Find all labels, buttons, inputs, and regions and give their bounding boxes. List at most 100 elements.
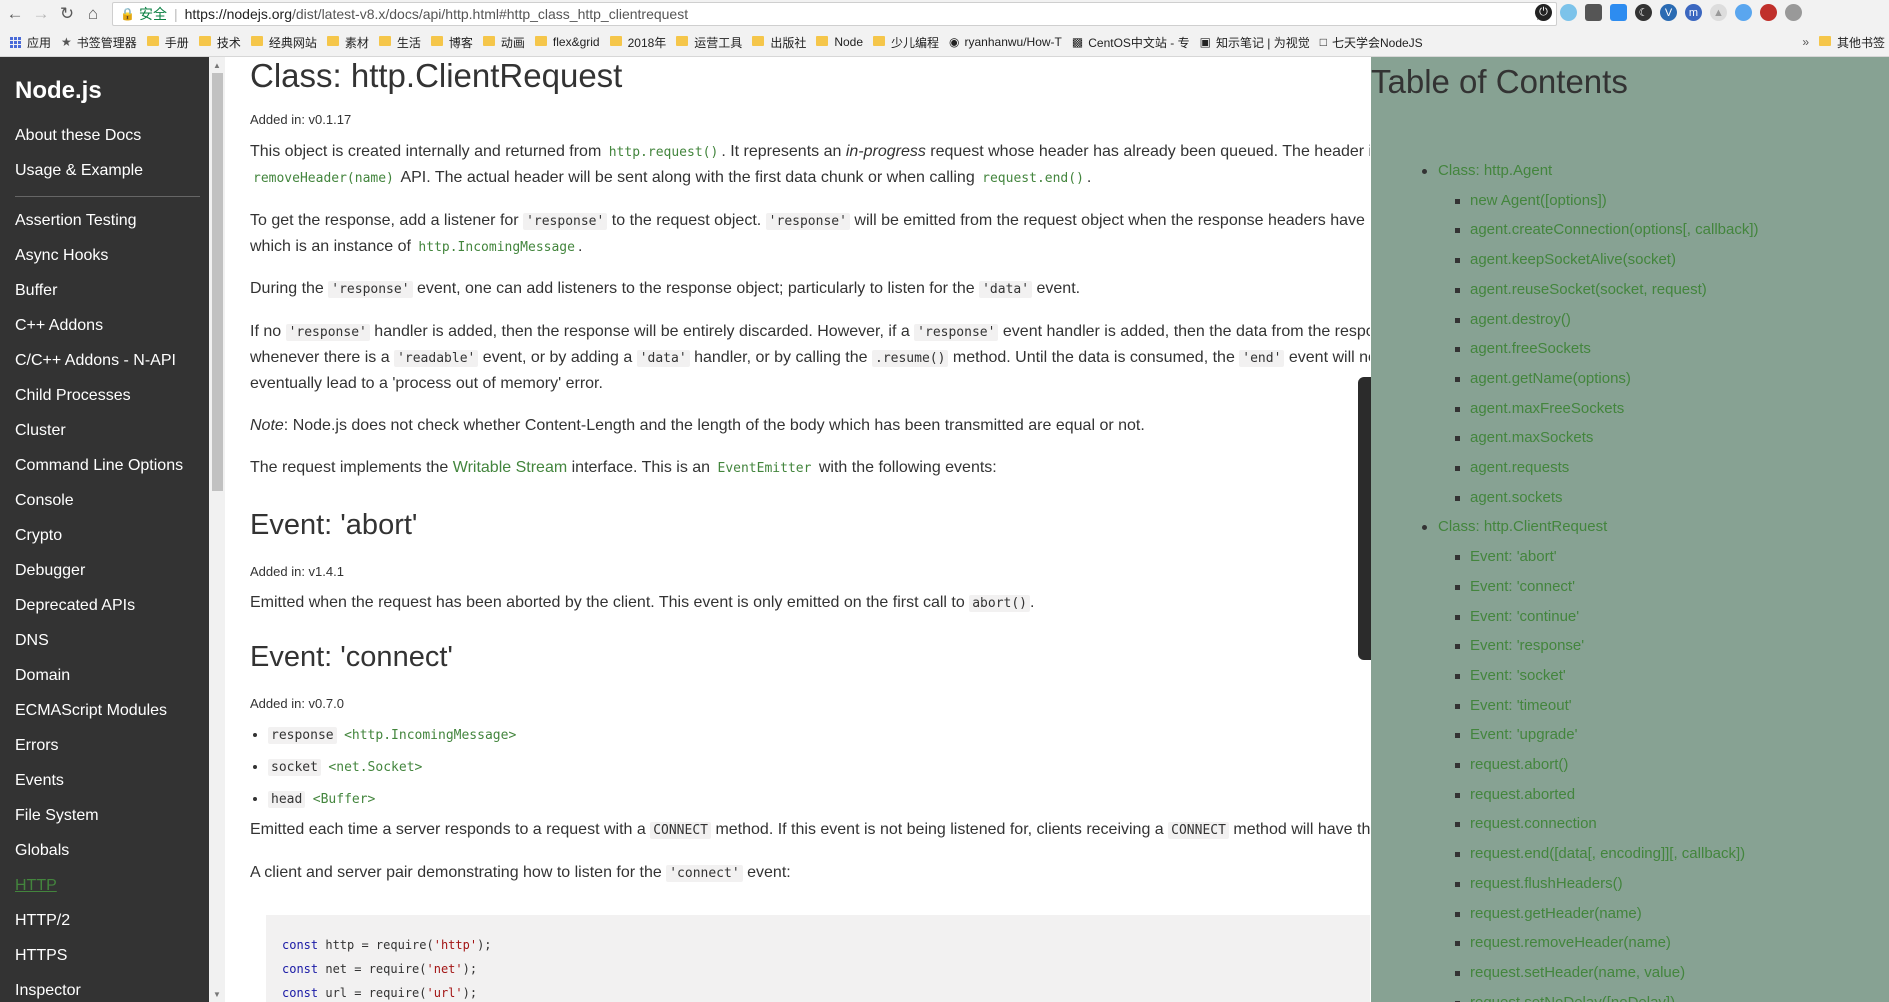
toc-item[interactable]: agent.reuseSocket(socket, request) xyxy=(1470,281,1707,298)
other-bookmarks[interactable]: 其他书签 xyxy=(1818,34,1885,51)
scrollbar-thumb[interactable] xyxy=(212,73,223,491)
bird-extension-icon[interactable] xyxy=(1735,4,1752,21)
bookmark-nodejs-book[interactable]: □ 七天学会NodeJS xyxy=(1320,34,1423,51)
sidebar-item-http[interactable]: HTTP xyxy=(15,877,57,895)
bookmark-folder[interactable]: 2018年 xyxy=(609,34,666,51)
bookmark-folder[interactable]: 手册 xyxy=(146,34,189,51)
back-icon[interactable]: ← xyxy=(4,3,26,25)
bookmark-folder[interactable]: 少儿编程 xyxy=(873,34,939,51)
sidebar-item-events[interactable]: Events xyxy=(15,772,64,790)
toc-item[interactable]: agent.sockets xyxy=(1470,489,1563,506)
sidebar-item-globals[interactable]: Globals xyxy=(15,842,69,860)
toc-item[interactable]: agent.keepSocketAlive(socket) xyxy=(1470,251,1676,268)
reload-icon[interactable]: ↻ xyxy=(56,3,78,25)
sidebar-item-deprecated-apis[interactable]: Deprecated APIs xyxy=(15,597,135,615)
sidebar-item-inspector[interactable]: Inspector xyxy=(15,982,81,1000)
forward-icon[interactable]: → xyxy=(30,3,52,25)
http-request-link[interactable]: http.request() xyxy=(606,144,722,161)
power-extension-icon[interactable]: ⏻ xyxy=(1535,4,1552,21)
sidebar-item-crypto[interactable]: Crypto xyxy=(15,527,62,545)
home-icon[interactable]: ⌂ xyxy=(82,3,104,25)
bookmark-folder[interactable]: 出版社 xyxy=(752,34,806,51)
sidebar-item-console[interactable]: Console xyxy=(15,492,74,510)
scroll-down-icon[interactable]: ▼ xyxy=(211,988,223,1000)
blue-extension-icon[interactable] xyxy=(1610,4,1627,21)
sidebar-item-https[interactable]: HTTPS xyxy=(15,947,67,965)
m-extension-icon[interactable]: m xyxy=(1685,4,1702,21)
sidebar-item-assertion-testing[interactable]: Assertion Testing xyxy=(15,212,137,230)
toc-item[interactable]: new Agent([options]) xyxy=(1470,192,1607,209)
toc-item[interactable]: Event: 'abort' xyxy=(1470,548,1557,565)
toc-item[interactable]: request.aborted xyxy=(1470,786,1575,803)
toc-item[interactable]: Event: 'upgrade' xyxy=(1470,726,1577,743)
sidebar-item-errors[interactable]: Errors xyxy=(15,737,59,755)
sidebar-item-file-system[interactable]: File System xyxy=(15,807,99,825)
toc-item[interactable]: Class: http.ClientRequest xyxy=(1438,518,1607,535)
toc-item[interactable]: agent.requests xyxy=(1470,459,1569,476)
bookmark-folder[interactable]: 动画 xyxy=(482,34,525,51)
toc-item[interactable]: Class: http.Agent xyxy=(1438,162,1552,179)
toc-item[interactable]: Event: 'response' xyxy=(1470,637,1584,654)
moon-extension-icon[interactable]: ☾ xyxy=(1635,4,1652,21)
bookmark-manager[interactable]: ★ 书签管理器 xyxy=(61,34,137,51)
toc-item[interactable]: request.abort() xyxy=(1470,756,1568,773)
toc-item[interactable]: agent.getName(options) xyxy=(1470,370,1631,387)
sidebar-item-async-hooks[interactable]: Async Hooks xyxy=(15,247,108,265)
bookmark-folder[interactable]: flex&grid xyxy=(534,35,600,49)
vue-extension-icon[interactable]: V xyxy=(1660,4,1677,21)
sidebar-item-esm[interactable]: ECMAScript Modules xyxy=(15,702,167,720)
sidebar-item-about-docs[interactable]: About these Docs xyxy=(15,127,141,145)
scroll-up-icon[interactable]: ▲ xyxy=(211,59,223,71)
bookmark-folder[interactable]: 经典网站 xyxy=(250,34,317,51)
toc-item[interactable]: request.flushHeaders() xyxy=(1470,875,1623,892)
remove-header-link[interactable]: removeHeader(name) xyxy=(250,170,397,187)
circle-extension-icon[interactable] xyxy=(1560,4,1577,21)
bookmark-folder[interactable]: 生活 xyxy=(378,34,421,51)
toc-item[interactable]: request.setHeader(name, value) xyxy=(1470,964,1685,981)
gear-extension-icon[interactable] xyxy=(1785,4,1802,21)
bookmark-folder[interactable]: 素材 xyxy=(326,34,369,51)
toc-item[interactable]: agent.freeSockets xyxy=(1470,340,1591,357)
sidebar-item-debugger[interactable]: Debugger xyxy=(15,562,85,580)
pocket-extension-icon[interactable] xyxy=(1585,4,1602,21)
param-type-link[interactable]: <Buffer> xyxy=(310,791,379,808)
toc-item[interactable]: request.end([data[, encoding]][, callbac… xyxy=(1470,845,1745,862)
toc-item[interactable]: agent.createConnection(options[, callbac… xyxy=(1470,221,1759,238)
event-emitter-link[interactable]: EventEmitter xyxy=(715,460,815,477)
brand-logo[interactable]: Node.js xyxy=(15,77,102,105)
sidebar-item-http2[interactable]: HTTP/2 xyxy=(15,912,70,930)
bookmark-folder[interactable]: Node xyxy=(816,35,863,49)
bookmark-github[interactable]: ◉ ryanhanwu/How-T xyxy=(949,35,1062,49)
sidebar-item-buffer[interactable]: Buffer xyxy=(15,282,57,300)
bookmark-folder[interactable]: 运营工具 xyxy=(676,34,742,51)
request-end-link[interactable]: request.end() xyxy=(979,170,1087,187)
toc-item[interactable]: request.setNoDelay([noDelay]) xyxy=(1470,994,1675,1002)
toc-item[interactable]: request.getHeader(name) xyxy=(1470,905,1642,922)
bookmark-zhishi[interactable]: ▣ 知示笔记 | 为视觉 xyxy=(1200,34,1310,51)
toc-item[interactable]: Event: 'socket' xyxy=(1470,667,1566,684)
param-type-link[interactable]: <net.Socket> xyxy=(325,759,425,776)
sidebar-item-cluster[interactable]: Cluster xyxy=(15,422,66,440)
toc-item[interactable]: agent.destroy() xyxy=(1470,311,1571,328)
sidebar-item-usage-example[interactable]: Usage & Example xyxy=(15,162,143,180)
more-bookmarks-icon[interactable]: » xyxy=(1802,35,1809,49)
writable-stream-link[interactable]: Writable Stream xyxy=(453,459,567,476)
incoming-message-link[interactable]: http.IncomingMessage xyxy=(415,239,578,256)
toc-item[interactable]: request.removeHeader(name) xyxy=(1470,934,1671,951)
sidebar-item-cpp-addons[interactable]: C++ Addons xyxy=(15,317,103,335)
param-type-link[interactable]: <http.IncomingMessage> xyxy=(341,727,519,744)
toc-item[interactable]: request.connection xyxy=(1470,815,1597,832)
sidebar-item-dns[interactable]: DNS xyxy=(15,632,49,650)
bookmark-folder[interactable]: 技术 xyxy=(198,34,241,51)
toc-item[interactable]: Event: 'timeout' xyxy=(1470,697,1572,714)
toc-item[interactable]: Event: 'connect' xyxy=(1470,578,1575,595)
sidebar-item-child-processes[interactable]: Child Processes xyxy=(15,387,131,405)
bookmark-folder[interactable]: 博客 xyxy=(430,34,473,51)
sidebar-item-cli-options[interactable]: Command Line Options xyxy=(15,457,183,475)
toc-item[interactable]: agent.maxFreeSockets xyxy=(1470,400,1624,417)
bookmark-centos[interactable]: ▩ CentOS中文站 - 专 xyxy=(1072,34,1190,51)
address-bar[interactable]: 🔒 安全 | https://nodejs.org/dist/latest-v8… xyxy=(112,2,1557,26)
red-extension-icon[interactable] xyxy=(1760,4,1777,21)
toc-item[interactable]: agent.maxSockets xyxy=(1470,429,1593,446)
sidebar-item-napi[interactable]: C/C++ Addons - N-API xyxy=(15,352,176,370)
